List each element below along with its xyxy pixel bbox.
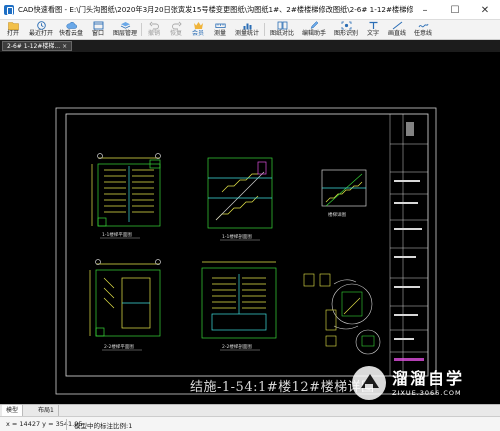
layer-management-button[interactable]: 图层管理 [110,20,140,39]
window-button[interactable]: 窗口 [86,20,110,39]
undo-button[interactable]: 撤销 [143,20,165,39]
watermark-title: 溜溜自学 [392,369,465,388]
drawing-compare-button[interactable]: 图纸对比 [266,20,298,39]
undo-icon [148,21,159,30]
watermark-url: ZIXUE.3066.COM [392,389,462,397]
stair-small-details [303,273,381,355]
stair-plan-view-2 [89,259,161,337]
status-bar: x = 14427 y = 3541.95 模型中的标注比例:1 [0,416,500,431]
document-tab-strip: 2-6# 1-12#楼梯... × [0,40,500,52]
vip-icon [193,22,203,29]
cursor-coordinates: x = 14427 y = 3541.95 [6,420,83,428]
cloud-drive-button[interactable]: 快看云盘 [56,20,86,39]
close-tab-icon[interactable]: × [62,43,67,50]
title-block-text [394,122,424,361]
freeline-icon [418,23,428,28]
stair-section-view-1 [207,157,273,229]
edit-helper-button[interactable]: 编辑助手 [298,20,330,39]
annotation-scale-info: 模型中的标注比例:1 [74,422,133,430]
view-caption: 楼梯详图 [328,211,346,218]
measure-stats-icon [243,23,251,30]
watermark: 溜溜自学 ZIXUE.3066.COM [352,366,464,400]
view-caption: 2-2楼梯剖面图 [222,343,252,350]
title-block [389,114,428,376]
shape-recognition-button[interactable]: 图形识别 [330,20,362,39]
cad-drawing: 1-1楼梯平面图 1-1楼梯剖面图 2-2楼梯平面图 2-2楼梯剖面图 楼梯详图 [55,107,437,395]
stair-section-view-2 [201,261,277,339]
recognize-icon [341,21,351,30]
toolbar-separator [141,23,142,36]
view-caption: 2-2楼梯平面图 [104,343,134,350]
view-caption: 1-1楼梯剖面图 [222,233,252,240]
view-captions: 1-1楼梯平面图 1-1楼梯剖面图 2-2楼梯平面图 2-2楼梯剖面图 楼梯详图 [102,211,346,350]
tab-model[interactable]: 模型 [2,405,24,416]
stair-plan-view-1 [91,153,161,227]
window-icon [93,21,103,30]
measure-icon [214,23,226,28]
drawing-canvas[interactable]: 1-1楼梯平面图 1-1楼梯剖面图 2-2楼梯平面图 2-2楼梯剖面图 楼梯详图… [0,52,500,404]
close-button[interactable]: ✕ [470,0,500,20]
text-icon [369,21,377,29]
minimize-button[interactable]: – [410,0,440,20]
compare-icon [277,21,287,30]
maximize-button[interactable]: ☐ [440,0,470,20]
toolbar-separator [264,23,265,36]
text-button[interactable]: 文字 [362,20,384,39]
watermark-logo-icon [352,366,386,400]
window-title: CAD快速看图 - E:\门头沟图纸\2020年3月20日张寅发15号楼变更图纸… [18,4,413,14]
redo-icon [171,21,182,30]
document-tab[interactable]: 2-6# 1-12#楼梯... × [2,41,73,51]
tab-layout-1[interactable]: 布局1 [34,405,59,416]
drawing-sheet-title: 结施-1-54:1#楼12#楼梯详图 [190,380,375,395]
open-button[interactable]: 打开 [0,20,26,39]
main-toolbar: 打开 最近打开 快看云盘 窗口 图层管理 撤销 恢复 会员 测量 测量统计 图纸… [0,20,500,40]
app-logo-icon [4,4,14,15]
recent-icon [36,21,46,30]
measure-button[interactable]: 测量 [209,20,231,39]
vip-button[interactable]: 会员 [187,20,209,39]
caption-underlines [100,237,260,351]
stair-detail-view-1 [321,169,367,207]
cloud-icon [66,22,77,29]
layout-tab-strip: 模型 布局1 [0,404,500,416]
line-icon [392,21,402,30]
recent-open-button[interactable]: 最近打开 [26,20,56,39]
sheet-border [55,107,437,395]
status-separator [66,419,67,430]
draw-line-button[interactable]: 画直线 [384,20,410,39]
title-bar: CAD快速看图 - E:\门头沟图纸\2020年3月20日张寅发15号楼变更图纸… [0,0,500,20]
edit-helper-icon [310,21,318,29]
folder-icon [7,22,19,30]
redo-button[interactable]: 恢复 [165,20,187,39]
measure-stats-button[interactable]: 测量统计 [231,20,263,39]
view-caption: 1-1楼梯平面图 [102,231,132,238]
window-controls: – ☐ ✕ [410,0,500,20]
freehand-line-button[interactable]: 任意线 [410,20,436,39]
layers-icon [120,22,130,29]
